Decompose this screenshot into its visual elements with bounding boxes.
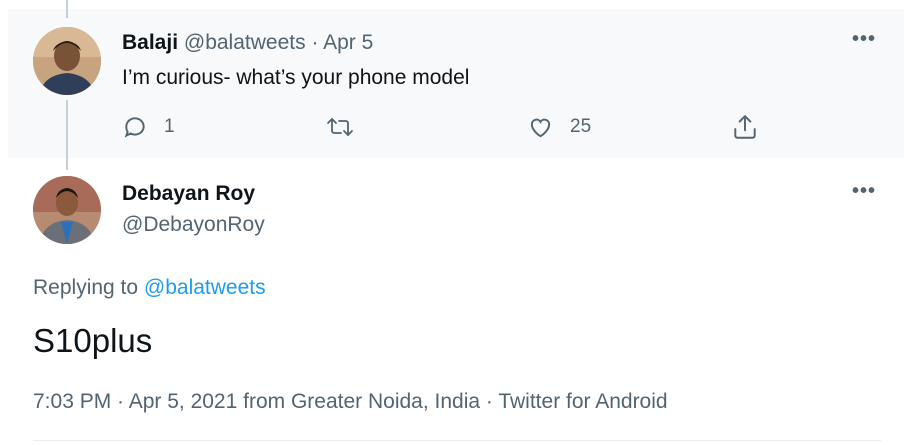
replying-to: Replying to @balatweets — [33, 276, 266, 300]
author-name[interactable]: Balaji — [122, 31, 178, 54]
replying-prefix: Replying to — [33, 276, 139, 299]
avatar[interactable] — [33, 176, 101, 244]
thread-line — [66, 0, 68, 18]
divider — [33, 440, 881, 441]
more-options-icon[interactable]: ••• — [852, 28, 876, 51]
retweet-button[interactable] — [326, 114, 354, 140]
author-handle[interactable]: @balatweets — [184, 31, 306, 54]
reply-icon — [122, 114, 148, 140]
parent-tweet-text: I’m curious- what’s your phone model — [122, 66, 470, 89]
reply-count: 1 — [164, 116, 175, 137]
share-icon — [732, 113, 758, 141]
like-count: 25 — [570, 116, 592, 137]
retweet-icon — [326, 114, 354, 140]
tweet-meta[interactable]: 7:03 PM · Apr 5, 2021 from Greater Noida… — [33, 390, 668, 414]
more-options-icon[interactable]: ••• — [852, 180, 876, 203]
author-handle[interactable]: @DebayonRoy — [122, 213, 265, 237]
replying-to-link[interactable]: @balatweets — [144, 276, 266, 299]
like-button[interactable]: 25 — [527, 114, 591, 140]
parent-tweet-header: Balaji @balatweets · Apr 5 — [122, 31, 373, 55]
separator: · — [311, 31, 319, 54]
thread-line — [66, 100, 68, 170]
avatar[interactable] — [33, 27, 101, 95]
heart-icon — [527, 114, 554, 140]
focused-tweet-text: S10plus — [33, 322, 153, 359]
reply-button[interactable]: 1 — [122, 114, 175, 140]
share-button[interactable] — [732, 113, 758, 141]
tweet-date[interactable]: Apr 5 — [323, 31, 373, 54]
author-name[interactable]: Debayan Roy — [122, 182, 255, 206]
